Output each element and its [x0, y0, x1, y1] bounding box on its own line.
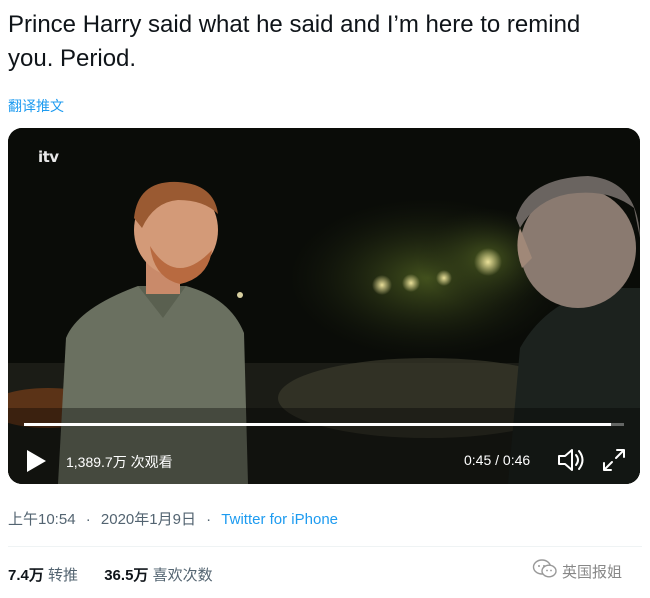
retweets-label: 转推 [48, 567, 79, 584]
video-progress-bar[interactable] [24, 423, 624, 426]
retweets-stat[interactable]: 7.4万 转推 [8, 567, 82, 584]
video-progress-fill [24, 423, 611, 426]
translate-tweet-link[interactable]: 翻译推文 [8, 96, 64, 116]
video-frame [8, 128, 640, 484]
watermark: 英国报姐 [532, 558, 622, 584]
itv-logo: itv [38, 148, 59, 166]
play-icon[interactable] [24, 448, 48, 474]
tweet-meta: 上午10:54 · 2020年1月9日 · Twitter for iPhone [8, 508, 338, 529]
likes-label: 喜欢次数 [152, 567, 213, 584]
wechat-icon [532, 558, 558, 584]
meta-separator: · [206, 511, 212, 528]
video-player[interactable]: itv 1,389.7万 次观看 0:45 / 0:46 [8, 128, 640, 484]
tweet-text: Prince Harry said what he said and I’m h… [8, 11, 581, 72]
divider [8, 546, 642, 547]
tweet-time[interactable]: 上午10:54 [8, 511, 76, 528]
likes-count: 36.5万 [104, 567, 149, 584]
view-count: 1,389.7万 次观看 [66, 454, 173, 470]
tweet-stats: 7.4万 转推 36.5万 喜欢次数 [8, 564, 235, 585]
volume-icon[interactable] [556, 446, 586, 474]
tweet-source-link[interactable]: Twitter for iPhone [221, 511, 338, 528]
video-time: 0:45 / 0:46 [464, 452, 531, 468]
retweets-count: 7.4万 [8, 567, 44, 584]
fullscreen-icon[interactable] [600, 446, 628, 474]
watermark-text: 英国报姐 [562, 563, 623, 581]
meta-separator: · [85, 511, 91, 528]
tweet-date[interactable]: 2020年1月9日 [101, 511, 196, 528]
likes-stat[interactable]: 36.5万 喜欢次数 [104, 567, 212, 584]
